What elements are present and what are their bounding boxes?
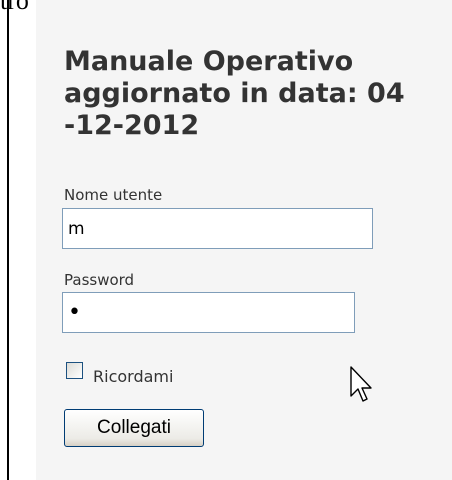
frame-border: [7, 0, 9, 480]
mouse-pointer-icon: [350, 366, 372, 402]
title-line-2: aggiornato in data: 04: [64, 78, 405, 109]
login-button[interactable]: Collegati: [64, 409, 204, 447]
title-line-1: Manuale Operativo: [64, 46, 354, 77]
page-title: Manuale Operativo aggiornato in data: 04…: [64, 46, 444, 142]
password-label: Password: [64, 271, 135, 289]
username-input[interactable]: [62, 208, 373, 249]
title-line-3: -12-2012: [64, 110, 200, 141]
remember-checkbox[interactable]: [66, 362, 83, 379]
remember-label[interactable]: Ricordami: [93, 367, 173, 386]
password-input[interactable]: •: [62, 292, 355, 333]
username-label: Nome utente: [64, 186, 163, 204]
